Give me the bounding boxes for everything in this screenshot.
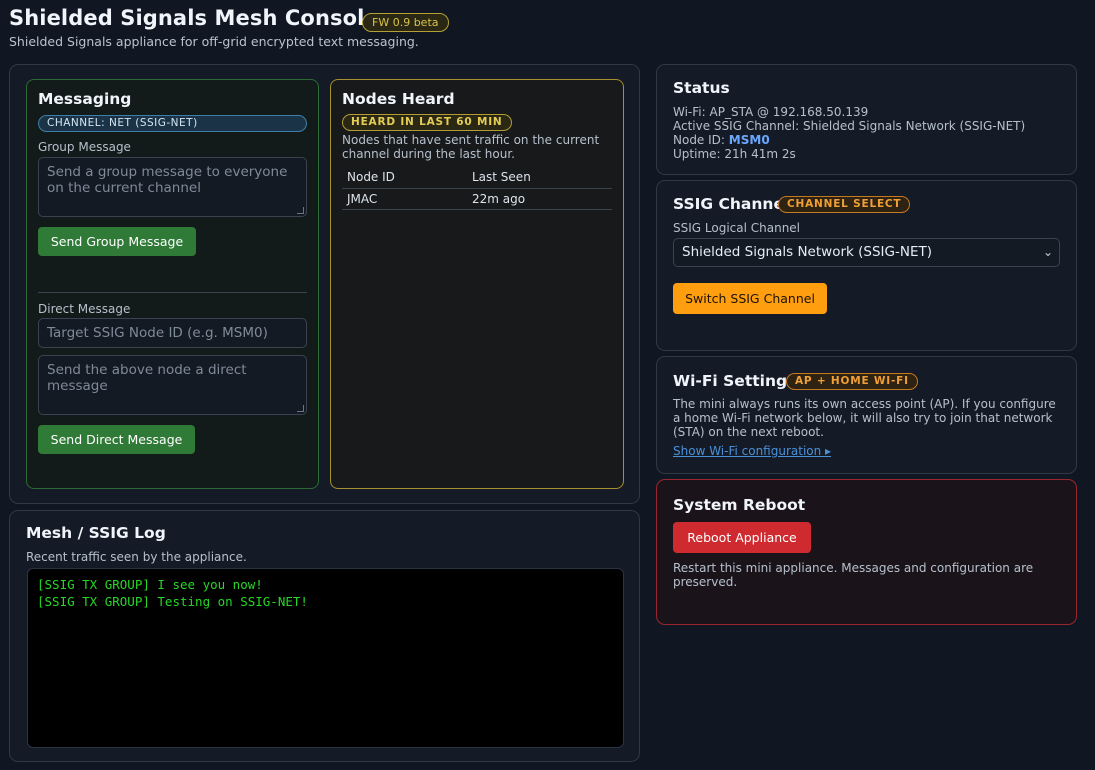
column-header-node-id: Node ID — [342, 167, 467, 189]
status-title: Status — [673, 79, 730, 97]
heard-window-pill: HEARD IN LAST 60 MIN — [342, 114, 512, 131]
log-title: Mesh / SSIG Log — [26, 524, 166, 542]
send-group-message-button[interactable]: Send Group Message — [38, 227, 196, 256]
target-node-input[interactable]: Target SSIG Node ID (e.g. MSM0) — [38, 318, 307, 348]
channel-pill: CHANNEL: NET (SSIG-NET) — [38, 115, 307, 132]
status-card: Status Wi-Fi: AP_STA @ 192.168.50.139 Ac… — [656, 64, 1077, 175]
messaging-title: Messaging — [38, 90, 132, 108]
page-title: Shielded Signals Mesh Console — [9, 6, 379, 30]
chevron-down-icon: ⌄ — [1042, 245, 1053, 259]
status-uptime: Uptime: 21h 41m 2s — [673, 147, 796, 161]
wifi-description: The mini always runs its own access poin… — [673, 397, 1056, 439]
status-node-value: MSM0 — [728, 133, 770, 147]
log-output[interactable]: [SSIG TX GROUP] I see you now! [SSIG TX … — [27, 568, 624, 748]
status-wifi: Wi-Fi: AP_STA @ 192.168.50.139 — [673, 105, 868, 119]
wifi-mode-pill: AP + HOME WI-FI — [786, 373, 918, 390]
status-channel: Active SSIG Channel: Shielded Signals Ne… — [673, 119, 1025, 133]
log-subtitle: Recent traffic seen by the appliance. — [26, 550, 247, 564]
node-id-cell: JMAC — [342, 188, 467, 210]
ssig-channel-title: SSIG Channel — [673, 195, 790, 213]
ssig-channel-card: SSIG Channel CHANNEL SELECT SSIG Logical… — [656, 180, 1077, 351]
direct-message-label: Direct Message — [38, 302, 131, 316]
reboot-description: Restart this mini appliance. Messages an… — [673, 561, 1034, 589]
log-card: Mesh / SSIG Log Recent traffic seen by t… — [9, 510, 640, 762]
column-header-last-seen: Last Seen — [467, 167, 612, 189]
firmware-badge: FW 0.9 beta — [362, 13, 449, 32]
channel-select-pill: CHANNEL SELECT — [778, 196, 911, 213]
show-wifi-config-link[interactable]: Show Wi-Fi configuration ▸ — [673, 444, 831, 458]
status-channel-value: Shielded Signals Network (SSIG-NET) — [802, 119, 1026, 133]
page-subtitle: Shielded Signals appliance for off-grid … — [9, 34, 419, 49]
switch-ssig-channel-button[interactable]: Switch SSIG Channel — [673, 283, 827, 314]
wifi-settings-card: Wi-Fi Settings AP + HOME WI-FI The mini … — [656, 356, 1077, 474]
log-line: [SSIG TX GROUP] I see you now! — [37, 577, 263, 592]
status-node-label: Node ID: — [673, 133, 725, 147]
textarea-resize-handle-icon[interactable] — [297, 405, 304, 412]
log-line: [SSIG TX GROUP] Testing on SSIG-NET! — [37, 594, 308, 609]
group-message-textarea[interactable]: Send a group message to everyone on the … — [38, 157, 307, 217]
textarea-resize-handle-icon[interactable] — [297, 207, 304, 214]
last-seen-cell: 22m ago — [467, 188, 612, 210]
messaging-divider — [38, 292, 307, 293]
nodes-heard-title: Nodes Heard — [342, 90, 455, 108]
nodes-table: Node ID Last Seen JMAC 22m ago — [342, 167, 612, 210]
wifi-settings-title: Wi-Fi Settings — [673, 372, 797, 390]
send-direct-message-button[interactable]: Send Direct Message — [38, 425, 195, 454]
status-uptime-value: 21h 41m 2s — [724, 147, 796, 161]
system-reboot-card: System Reboot Reboot Appliance Restart t… — [656, 479, 1077, 625]
status-channel-label: Active SSIG Channel: — [673, 119, 800, 133]
direct-message-textarea[interactable]: Send the above node a direct message — [38, 355, 307, 415]
group-message-label: Group Message — [38, 140, 131, 154]
ssig-channel-select[interactable]: Shielded Signals Network (SSIG-NET) ⌄ — [673, 238, 1060, 267]
nodes-heard-description: Nodes that have sent traffic on the curr… — [342, 133, 600, 161]
ssig-channel-selected: Shielded Signals Network (SSIG-NET) — [682, 244, 932, 260]
ssig-logical-channel-label: SSIG Logical Channel — [673, 221, 801, 235]
reboot-appliance-button[interactable]: Reboot Appliance — [673, 522, 811, 553]
status-wifi-label: Wi-Fi: — [673, 105, 706, 119]
system-reboot-title: System Reboot — [673, 496, 806, 514]
status-uptime-label: Uptime: — [673, 147, 721, 161]
status-node: Node ID: MSM0 — [673, 133, 770, 147]
messaging-card: Messaging CHANNEL: NET (SSIG-NET) Group … — [26, 79, 319, 489]
table-header-row: Node ID Last Seen — [342, 167, 612, 189]
table-row: JMAC 22m ago — [342, 188, 612, 210]
nodes-heard-card: Nodes Heard HEARD IN LAST 60 MIN Nodes t… — [330, 79, 624, 489]
status-wifi-value: AP_STA @ 192.168.50.139 — [709, 105, 869, 119]
